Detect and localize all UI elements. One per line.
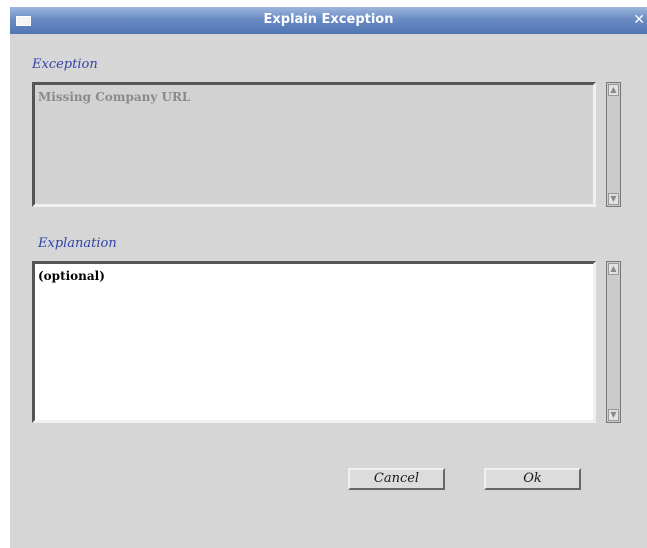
explanation-label: Explanation [38,236,117,251]
scroll-up-icon[interactable]: ▲ [608,263,619,275]
scroll-down-icon[interactable]: ▼ [608,193,619,205]
scroll-up-icon[interactable]: ▲ [608,84,619,96]
ok-button[interactable]: Ok [484,468,581,490]
exception-textarea[interactable]: Missing Company URL [32,82,596,207]
cancel-button[interactable]: Cancel [348,468,445,490]
explanation-textarea[interactable]: (optional) [32,261,596,423]
close-icon[interactable]: ✕ [633,12,645,28]
scroll-down-icon[interactable]: ▼ [608,409,619,421]
title-bar[interactable]: Explain Exception ✕ [10,7,647,34]
window-title: Explain Exception [263,12,394,27]
explain-exception-dialog: Explain Exception ✕ Exception Missing Co… [10,7,647,548]
exception-scrollbar[interactable]: ▲ ▼ [606,82,621,207]
exception-label: Exception [32,57,98,72]
explanation-scrollbar[interactable]: ▲ ▼ [606,261,621,423]
